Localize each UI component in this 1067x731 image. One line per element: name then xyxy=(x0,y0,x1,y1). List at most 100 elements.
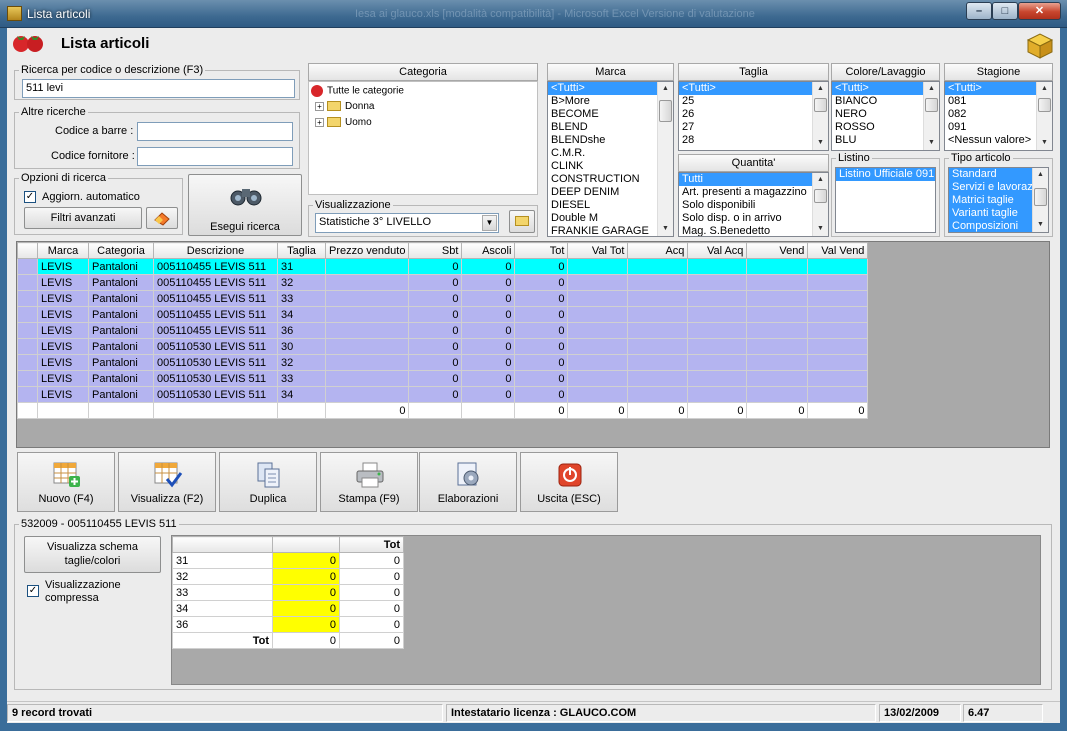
print-button[interactable]: Stampa (F9) xyxy=(320,452,418,512)
table-cell[interactable] xyxy=(746,306,809,323)
category-tree[interactable]: Tutte le categorie + Donna + Uomo xyxy=(308,81,538,195)
size-list[interactable]: <Tutti> 25 26 27 28 ▲ ▼ xyxy=(678,81,829,151)
table-cell[interactable]: Pantaloni xyxy=(88,386,154,403)
table-cell[interactable] xyxy=(746,258,809,275)
table-cell[interactable]: 0 xyxy=(408,274,463,291)
compressed-view-checkbox[interactable]: ✓ xyxy=(27,585,39,597)
table-cell[interactable] xyxy=(324,274,410,291)
table-cell[interactable] xyxy=(746,322,809,339)
table-cell[interactable] xyxy=(627,338,689,355)
price-list[interactable]: Listino Ufficiale 091 xyxy=(835,167,936,233)
table-cell[interactable] xyxy=(567,354,629,371)
table-cell[interactable] xyxy=(627,322,689,339)
scroll-up-icon[interactable]: ▲ xyxy=(1035,170,1046,180)
table-cell[interactable]: LEVIS xyxy=(37,290,89,307)
brand-option[interactable]: DIESEL xyxy=(548,199,673,212)
table-cell[interactable] xyxy=(17,322,38,339)
exit-button[interactable]: Uscita (ESC) xyxy=(520,452,618,512)
table-cell[interactable] xyxy=(324,370,410,387)
scroll-thumb[interactable] xyxy=(814,189,827,203)
detail-cell[interactable]: 0 xyxy=(272,584,340,601)
table-cell[interactable]: 36 xyxy=(277,322,326,339)
scroll-up-icon[interactable]: ▲ xyxy=(815,84,826,94)
table-cell[interactable]: 0 xyxy=(514,338,569,355)
new-button[interactable]: Nuovo (F4) xyxy=(17,452,115,512)
table-cell[interactable]: LEVIS xyxy=(37,322,89,339)
column-header[interactable]: Val Acq xyxy=(687,242,748,259)
table-cell[interactable]: 0 xyxy=(408,338,463,355)
auto-update-checkbox[interactable]: ✓ xyxy=(24,191,36,203)
table-cell[interactable] xyxy=(746,274,809,291)
table-cell[interactable]: 30 xyxy=(277,338,326,355)
detail-cell[interactable]: 0 xyxy=(272,616,340,633)
table-cell[interactable]: 0 xyxy=(408,306,463,323)
brand-option[interactable]: BECOME xyxy=(548,108,673,121)
color-list[interactable]: <Tutti> BIANCO NERO ROSSO BLU ▲ ▼ xyxy=(831,81,940,151)
brand-option[interactable]: CLINK xyxy=(548,160,673,173)
table-cell[interactable] xyxy=(567,386,629,403)
detail-row[interactable]: 31 0 0 xyxy=(172,552,404,569)
scroll-down-icon[interactable]: ▼ xyxy=(926,138,937,148)
table-cell[interactable] xyxy=(807,306,869,323)
table-cell[interactable] xyxy=(17,258,38,275)
barcode-field[interactable] xyxy=(137,122,293,141)
open-folder-button[interactable] xyxy=(509,210,535,233)
brand-option[interactable]: Double M xyxy=(548,212,673,225)
chevron-down-icon[interactable]: ▼ xyxy=(482,215,497,231)
table-cell[interactable] xyxy=(17,290,38,307)
detail-cell[interactable]: 0 xyxy=(272,568,340,585)
scroll-thumb[interactable] xyxy=(1034,188,1047,206)
table-cell[interactable] xyxy=(567,258,629,275)
visualization-select[interactable]: Statistiche 3° LIVELLO ▼ xyxy=(315,213,499,233)
table-cell[interactable]: LEVIS xyxy=(37,306,89,323)
quantity-scrollbar[interactable]: ▲ ▼ xyxy=(812,173,828,236)
column-header[interactable]: Ascoli xyxy=(461,242,516,259)
table-cell[interactable] xyxy=(627,258,689,275)
column-header[interactable]: Taglia xyxy=(277,242,326,259)
table-cell[interactable] xyxy=(687,370,748,387)
close-button[interactable]: ✕ xyxy=(1018,2,1061,20)
table-cell[interactable] xyxy=(807,354,869,371)
table-cell[interactable]: 0 xyxy=(461,354,516,371)
table-cell[interactable]: LEVIS xyxy=(37,370,89,387)
table-cell[interactable]: 0 xyxy=(514,258,569,275)
table-cell[interactable]: Pantaloni xyxy=(88,290,154,307)
table-cell[interactable] xyxy=(627,290,689,307)
detail-row[interactable]: 32 0 0 xyxy=(172,568,404,585)
table-cell[interactable] xyxy=(627,274,689,291)
brand-list[interactable]: <Tutti> B>More BECOME BLEND BLENDshe C.M.R. CL… xyxy=(547,81,674,237)
execute-search-button[interactable]: Esegui ricerca xyxy=(188,174,302,236)
brand-option[interactable]: BLEND xyxy=(548,121,673,134)
table-cell[interactable] xyxy=(17,370,38,387)
table-cell[interactable]: 0 xyxy=(461,386,516,403)
brand-option[interactable]: <Tutti> xyxy=(548,82,673,95)
table-cell[interactable] xyxy=(17,274,38,291)
scroll-down-icon[interactable]: ▼ xyxy=(815,138,826,148)
table-cell[interactable] xyxy=(807,290,869,307)
table-cell[interactable]: 0 xyxy=(461,322,516,339)
table-cell[interactable] xyxy=(807,386,869,403)
table-cell[interactable]: Pantaloni xyxy=(88,370,154,387)
scroll-up-icon[interactable]: ▲ xyxy=(926,84,937,94)
table-cell[interactable]: 005110530 LEVIS 511 xyxy=(153,354,278,371)
scroll-up-icon[interactable]: ▲ xyxy=(1039,84,1050,94)
scroll-thumb[interactable] xyxy=(925,98,938,112)
eraser-button[interactable] xyxy=(146,207,178,229)
minimize-button[interactable]: – xyxy=(966,2,992,20)
table-cell[interactable] xyxy=(746,338,809,355)
table-cell[interactable] xyxy=(324,290,410,307)
table-cell[interactable] xyxy=(324,322,410,339)
table-cell[interactable]: 33 xyxy=(277,370,326,387)
table-cell[interactable]: 0 xyxy=(514,386,569,403)
size-color-schema-button[interactable]: Visualizza schema taglie/colori xyxy=(24,536,161,573)
quantity-list[interactable]: Tutti Art. presenti a magazzino Solo dispo… xyxy=(678,172,829,237)
table-cell[interactable] xyxy=(687,386,748,403)
scroll-up-icon[interactable]: ▲ xyxy=(660,84,671,94)
detail-row[interactable]: 34 0 0 xyxy=(172,600,404,617)
table-cell[interactable]: 0 xyxy=(461,258,516,275)
table-cell[interactable] xyxy=(324,258,410,275)
table-cell[interactable]: Pantaloni xyxy=(88,274,154,291)
supplier-code-field[interactable] xyxy=(137,147,293,166)
table-cell[interactable] xyxy=(567,322,629,339)
scroll-down-icon[interactable]: ▼ xyxy=(660,224,671,234)
